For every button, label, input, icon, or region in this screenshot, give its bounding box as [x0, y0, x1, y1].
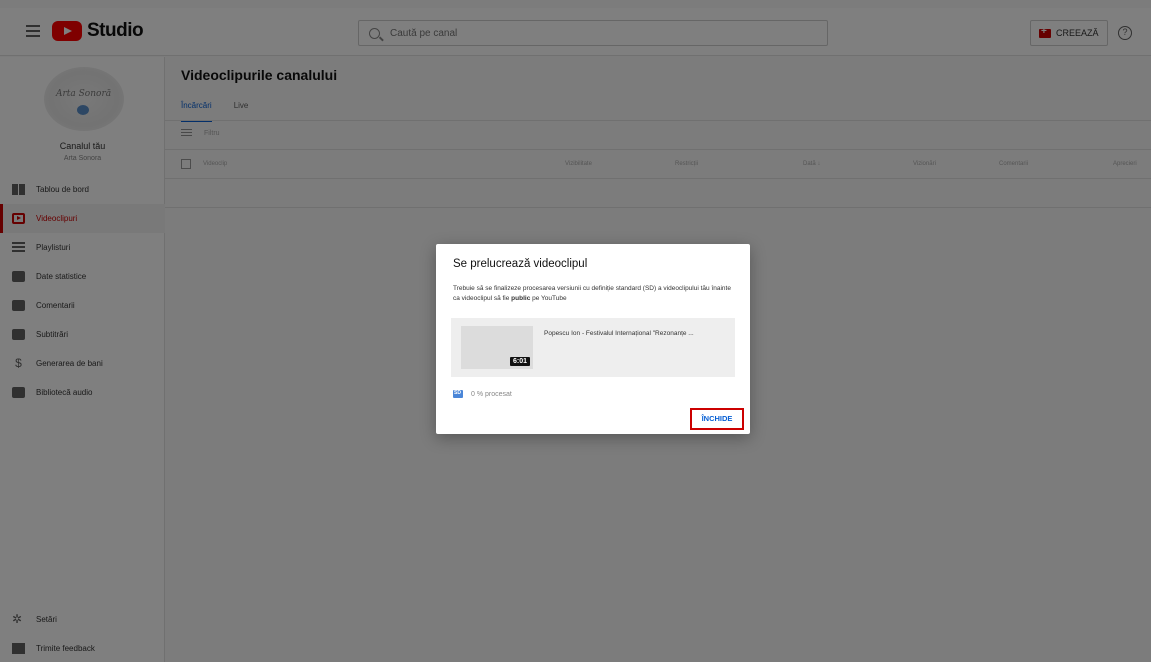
video-duration: 6:01	[509, 357, 530, 366]
sd-icon	[453, 390, 463, 398]
processing-progress: 0 % procesat	[471, 390, 512, 398]
processing-dialog: Se prelucrează videoclipul Trebuie să se…	[436, 244, 750, 434]
dialog-description-bold: public	[511, 295, 531, 302]
dialog-description-end: pe YouTube	[530, 295, 567, 302]
dialog-description-text: Trebuie să se finalizeze procesarea vers…	[453, 285, 731, 302]
video-title: Popescu Ion - Festivalul Internațional "…	[544, 330, 694, 337]
video-thumbnail: 6:01	[461, 326, 533, 369]
video-card: 6:01 Popescu Ion - Festivalul Internațio…	[451, 318, 735, 377]
dialog-title: Se prelucrează videoclipul	[453, 258, 588, 270]
close-button[interactable]: ÎNCHIDE	[690, 408, 744, 430]
dialog-description: Trebuie să se finalizeze procesarea vers…	[453, 284, 733, 304]
processing-status: 0 % procesat	[453, 390, 512, 398]
